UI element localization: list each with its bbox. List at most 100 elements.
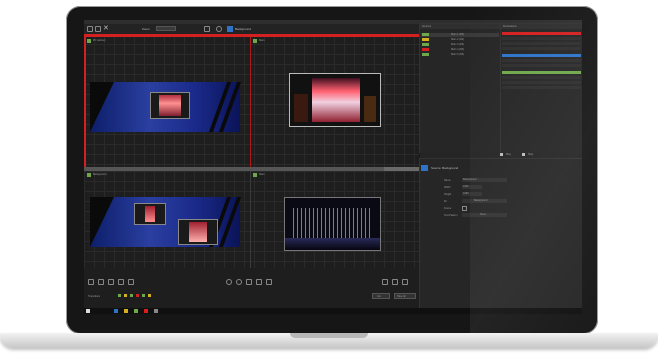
- preview-cathedral[interactable]: [289, 73, 381, 127]
- destination-row[interactable]: [502, 37, 581, 40]
- stop-icon[interactable]: [522, 153, 525, 156]
- height-field[interactable]: 1080: [462, 192, 482, 196]
- status-icon-2: [253, 39, 257, 43]
- taskbar-app-icon[interactable]: [144, 309, 148, 313]
- align-icon-1[interactable]: [226, 279, 232, 285]
- destination-bar-green[interactable]: [502, 71, 581, 74]
- destinations-header: Destinations: [503, 25, 517, 28]
- thumbnail-b[interactable]: [178, 219, 218, 245]
- destination-row[interactable]: [502, 47, 581, 50]
- canvas-top[interactable]: PC (active) Main: [84, 34, 419, 167]
- cut-button-label: Cut: [377, 295, 381, 298]
- background-media-2[interactable]: [90, 197, 242, 247]
- source-item-label: Main 3 (Fill): [451, 43, 465, 46]
- active-bar: [84, 34, 419, 37]
- source-icon: [421, 165, 428, 171]
- thumbnail-cathedral[interactable]: [150, 92, 190, 119]
- destination-bar-blue[interactable]: [502, 54, 581, 57]
- status-icon: [87, 39, 91, 43]
- preview-fountain[interactable]: [284, 197, 381, 251]
- width-field[interactable]: 1920: [462, 185, 482, 189]
- field-value: None: [480, 213, 486, 216]
- stop-label: Stop: [528, 153, 534, 156]
- toolbar: ✕ Zoom Background: [84, 24, 419, 34]
- app-screen: ✕ Zoom Background PC (active) Main Backg…: [84, 20, 582, 314]
- bottom-right-label: Main: [259, 173, 265, 176]
- field-value: Background: [474, 199, 488, 202]
- destination-row[interactable]: [502, 64, 581, 67]
- layer-label: Background: [235, 27, 252, 31]
- transport-bar: Play Stop: [420, 152, 582, 158]
- taskbar-folder-icon[interactable]: [124, 309, 128, 313]
- align-icon-3[interactable]: [246, 279, 252, 285]
- taskbar-app-icon[interactable]: [134, 309, 138, 313]
- field-label: Name: [444, 179, 451, 182]
- layout-icon-1[interactable]: [88, 279, 94, 285]
- destination-bar-red[interactable]: [502, 32, 581, 35]
- destination-row[interactable]: [502, 86, 581, 89]
- divider-vertical-2: [250, 171, 251, 268]
- zoom-label: Zoom: [142, 27, 150, 31]
- destination-row[interactable]: [502, 76, 581, 79]
- settings-icon[interactable]: [216, 26, 222, 32]
- taskbar-app-icon[interactable]: [114, 309, 118, 313]
- laptop-notch: [290, 333, 368, 338]
- take-all-button[interactable]: Take All: [394, 293, 416, 299]
- select-tool-icon[interactable]: [87, 26, 93, 32]
- take-all-label: Take All: [397, 295, 406, 298]
- field-label: Width: [444, 186, 451, 189]
- transition-dot-2[interactable]: [124, 294, 127, 297]
- fullscreen-icon[interactable]: [392, 279, 398, 285]
- inspector-title: Source: Background: [431, 166, 459, 170]
- play-icon[interactable]: [500, 153, 503, 156]
- thumbnail-a[interactable]: [134, 203, 166, 225]
- align-icon-2[interactable]: [236, 279, 242, 285]
- source-item-label: Main 5 (Fill): [451, 53, 465, 56]
- canvas-bottom[interactable]: Background Main: [84, 171, 419, 268]
- transition-dot-5[interactable]: [142, 294, 145, 297]
- play-label: Play: [506, 153, 511, 156]
- monitor-icon[interactable]: [382, 279, 388, 285]
- transition-dot-6[interactable]: [148, 294, 151, 297]
- destination-row[interactable]: [502, 59, 581, 62]
- taskbar-app-icon[interactable]: [154, 309, 158, 313]
- source-item[interactable]: Main 3 (Fill): [421, 43, 499, 47]
- layout-icon-5[interactable]: [128, 279, 134, 285]
- transition-dot-4[interactable]: [136, 294, 139, 297]
- taskbar: [84, 308, 582, 314]
- expand-icon[interactable]: [402, 279, 408, 285]
- cut-button[interactable]: Cut: [372, 293, 390, 299]
- test-pattern-select[interactable]: None: [462, 213, 507, 217]
- sources-panel: Sources Main 1 (Fill) Main 2 (Fill) Main…: [419, 23, 501, 153]
- zoom-select[interactable]: [156, 26, 176, 31]
- destination-row[interactable]: [502, 81, 581, 84]
- grid-tool-icon[interactable]: [95, 26, 101, 32]
- source-item[interactable]: Main 5 (Fill): [421, 53, 499, 57]
- source-item-label: Main 2 (Fill): [451, 38, 465, 41]
- frame-checkbox[interactable]: [462, 206, 467, 211]
- name-field[interactable]: Background: [462, 178, 507, 182]
- source-item-label: Main 1 (Fill): [451, 33, 465, 36]
- layout-icon-3[interactable]: [108, 279, 114, 285]
- field-label: Height: [444, 193, 452, 196]
- align-icon-5[interactable]: [266, 279, 272, 285]
- lock-icon[interactable]: [204, 26, 210, 32]
- transition-dot-1[interactable]: [118, 294, 121, 297]
- source-item[interactable]: Main 4 (Fill): [421, 48, 499, 52]
- destinations-panel: Destinations: [500, 23, 582, 153]
- transition-dot-3[interactable]: [130, 294, 133, 297]
- close-tool-icon[interactable]: ✕: [103, 25, 109, 33]
- start-icon[interactable]: [86, 309, 90, 313]
- fit-select[interactable]: Background: [462, 199, 507, 203]
- destination-row[interactable]: [502, 42, 581, 45]
- source-item[interactable]: Main 1 (Fill): [421, 33, 499, 37]
- field-label: Test Pattern: [444, 214, 458, 217]
- layout-icon-2[interactable]: [98, 279, 104, 285]
- inspector-panel: Source: Background Name Background Width…: [419, 158, 582, 314]
- layout-icon-4[interactable]: [118, 279, 124, 285]
- top-left-label: PC (active): [93, 39, 106, 42]
- field-label: Frame: [444, 207, 452, 210]
- background-media[interactable]: [90, 82, 242, 132]
- align-icon-4[interactable]: [256, 279, 262, 285]
- source-item[interactable]: Main 2 (Fill): [421, 38, 499, 42]
